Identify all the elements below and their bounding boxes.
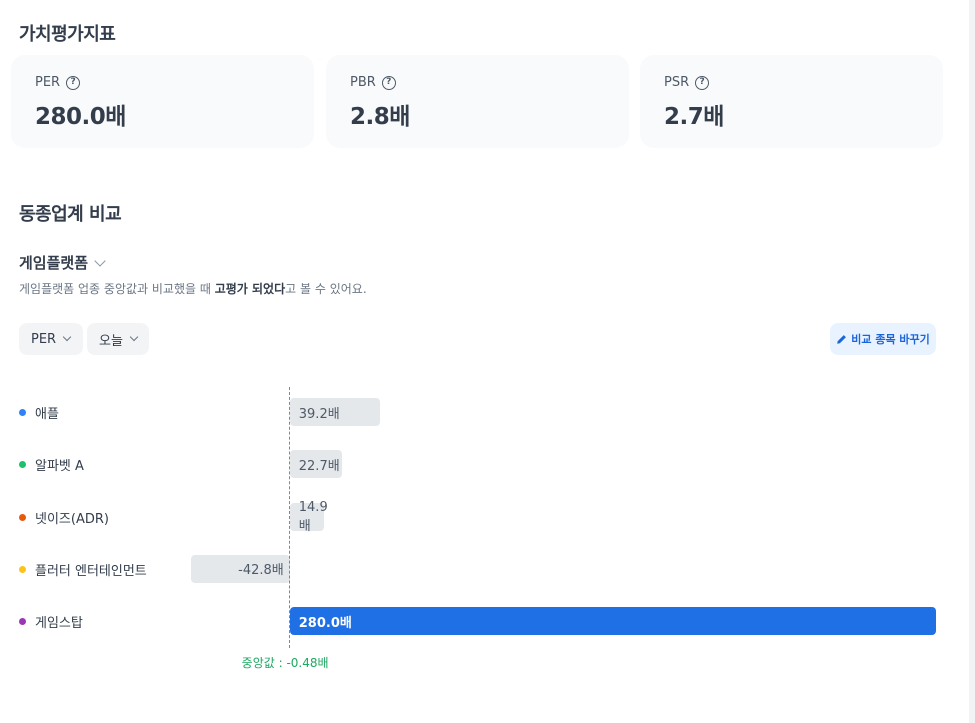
legend-dot: [19, 565, 26, 573]
per-value: 280.0배: [35, 104, 126, 130]
pbr-card: PBR ? 2.8배: [326, 55, 629, 148]
comparison-description: 게임플랫폼 업종 중앙값과 비교했을 때 고평가 되었다고 볼 수 있어요.: [19, 282, 367, 296]
period-filter[interactable]: 오늘: [87, 323, 149, 355]
psr-value: 2.7배: [664, 104, 724, 130]
legend-dot: [19, 618, 26, 626]
row-label: 알파벳 A: [19, 455, 84, 474]
category-label: 애플: [35, 407, 59, 422]
help-icon[interactable]: ?: [66, 75, 81, 90]
bar: -42.8배: [191, 554, 290, 583]
psr-label: PSR: [664, 75, 690, 90]
peer-comparison-chart: 애플 39.2배알파벳 A 22.7배넷이즈(ADR) 14.9배플러터 엔터테인먼트…: [0, 380, 975, 680]
category-label: 플러터 엔터테인먼트: [35, 563, 147, 579]
row-label: 넷이즈(ADR): [19, 508, 109, 527]
bar: 280.0배: [289, 607, 936, 636]
legend-dot: [19, 513, 26, 521]
median-line: [288, 387, 290, 648]
category-label: 게임스탑: [35, 616, 83, 632]
data-label: 14.9배: [298, 499, 328, 534]
data-label: 280.0배: [298, 615, 352, 631]
row-label: 애플: [19, 403, 59, 422]
help-icon[interactable]: ?: [381, 75, 396, 90]
psr-card: PSR ? 2.7배: [640, 55, 943, 148]
pbr-value: 2.8배: [350, 104, 410, 130]
chevron-down-icon: [62, 332, 72, 342]
row-label: 게임스탑: [19, 612, 83, 631]
chevron-down-icon: [129, 332, 139, 342]
bar: 22.7배: [289, 450, 343, 479]
chevron-down-icon: [94, 254, 106, 267]
category-label: 넷이즈(ADR): [35, 511, 109, 527]
bar: 39.2배: [289, 398, 381, 426]
legend-dot: [19, 409, 26, 416]
peer-title: 동종업계 비교: [19, 204, 122, 225]
bar: 14.9배: [289, 500, 328, 534]
sector-dropdown[interactable]: 게임플랫폼: [19, 252, 106, 273]
change-compare-button[interactable]: 비교 종목 바꾸기: [830, 323, 936, 355]
category-label: 알파벳 A: [35, 459, 84, 475]
per-label: PER: [35, 75, 61, 90]
valuation-title: 가치평가지표: [19, 24, 116, 45]
pbr-label: PBR: [350, 75, 376, 90]
per-card: PER ? 280.0배: [11, 55, 314, 148]
help-icon[interactable]: ?: [695, 75, 710, 90]
median-label: 중앙값 : -0.48배: [241, 656, 329, 670]
sector-label: 게임플랫폼: [19, 254, 89, 272]
data-label: 22.7배: [298, 458, 340, 474]
legend-dot: [19, 461, 26, 469]
data-label: -42.8배: [238, 563, 284, 579]
pencil-icon: [837, 334, 847, 344]
row-label: 플러터 엔터테인먼트: [19, 560, 147, 579]
metric-filter[interactable]: PER: [19, 323, 83, 355]
data-label: 39.2배: [298, 406, 340, 422]
